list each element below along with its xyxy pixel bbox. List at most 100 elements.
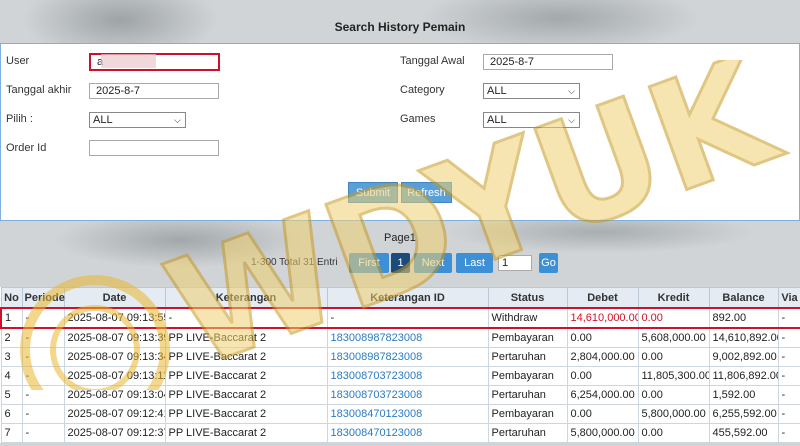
cell-keterangan: PP LIVE-Baccarat 2 [164, 423, 328, 443]
cell-debet: 14,610,000.00 [566, 307, 639, 329]
cell-kredit: 5,608,000.00 [637, 327, 710, 348]
cell-balance: 1,592.00 [708, 385, 779, 405]
category-label: Category [400, 84, 445, 96]
cell-keterangan: PP LIVE-Baccarat 2 [164, 347, 328, 367]
cell-periode: - [21, 366, 65, 386]
cell-date: 2025-08-07 09:13:11 [63, 366, 166, 386]
cell-kredit: 0.00 [637, 307, 710, 329]
cell-debet: 0.00 [566, 404, 639, 424]
redacted-username [101, 54, 156, 68]
cell-date: 2025-08-07 09:12:41 [63, 404, 166, 424]
tanggal-akhir-input[interactable]: 2025-8-7 [89, 83, 219, 99]
cell-no: 1 [0, 307, 23, 329]
goto-page-input[interactable]: 1 [498, 255, 532, 271]
cell-keterangan: PP LIVE-Baccarat 2 [164, 327, 328, 348]
cell-via: - [777, 423, 800, 443]
cell-no: 5 [0, 385, 23, 405]
cell-via: - [777, 385, 800, 405]
cell-keterangan: - [164, 307, 328, 329]
submit-button[interactable]: Submit [348, 182, 398, 203]
header-via[interactable]: Via [777, 287, 800, 309]
cell-via: - [777, 327, 800, 348]
cell-no: 2 [0, 327, 23, 348]
cell-keterangan: PP LIVE-Baccarat 2 [164, 404, 328, 424]
header-no[interactable]: No [0, 287, 23, 309]
order-id-label: Order Id [6, 142, 47, 154]
user-label: User [6, 55, 30, 67]
tanggal-akhir-label: Tanggal akhir [6, 84, 72, 96]
category-select[interactable]: ALL ⌵ [483, 83, 580, 99]
cell-via: - [777, 366, 800, 386]
header-kredit[interactable]: Kredit [637, 287, 710, 309]
cell-balance: 11,806,892.00 [708, 366, 779, 386]
pilih-value: ALL [93, 114, 113, 126]
games-select[interactable]: ALL ⌵ [483, 112, 580, 128]
pilih-select[interactable]: ALL ⌵ [89, 112, 186, 128]
first-page-button[interactable]: First [349, 253, 389, 273]
cell-date: 2025-08-07 09:13:04 [63, 385, 166, 405]
next-page-button[interactable]: Next [414, 253, 452, 273]
last-page-button[interactable]: Last [456, 253, 493, 273]
refresh-button[interactable]: Refresh [401, 182, 452, 203]
order-id-input[interactable] [89, 140, 219, 156]
cell-debet: 5,800,000.00 [566, 423, 639, 443]
cell-kredit: 0.00 [637, 347, 710, 367]
cell-via: - [777, 307, 800, 329]
cell-keterangan-id-link[interactable]: 183008703723008 [326, 366, 489, 386]
entries-count: 1-300 Total 31 Entri [251, 257, 338, 268]
header-keterangan[interactable]: Keterangan [164, 287, 328, 309]
cell-keterangan-id: - [326, 307, 489, 329]
chevron-down-icon: ⌵ [174, 115, 181, 125]
table-row: 2 - 2025-08-07 09:13:39 PP LIVE-Baccarat… [0, 327, 800, 348]
cell-keterangan-id-link[interactable]: 183008987823008 [326, 327, 489, 348]
header-balance[interactable]: Balance [708, 287, 779, 309]
cell-periode: - [21, 327, 65, 348]
cell-keterangan-id-link[interactable]: 183008470123008 [326, 404, 489, 424]
cell-periode: - [21, 385, 65, 405]
search-form: User a Tanggal Awal 2025-8-7 Tanggal akh… [0, 43, 800, 221]
header-date[interactable]: Date [63, 287, 166, 309]
table-row: 5 - 2025-08-07 09:13:04 PP LIVE-Baccarat… [0, 385, 800, 405]
cell-kredit: 0.00 [637, 423, 710, 443]
header-status[interactable]: Status [487, 287, 568, 309]
page-indicator: Page1 [384, 232, 416, 244]
tanggal-awal-input[interactable]: 2025-8-7 [483, 54, 613, 70]
cell-status: Withdraw [487, 307, 568, 329]
cell-periode: - [21, 404, 65, 424]
cell-balance: 9,002,892.00 [708, 347, 779, 367]
header-debet[interactable]: Debet [566, 287, 639, 309]
cell-via: - [777, 404, 800, 424]
cell-balance: 6,255,592.00 [708, 404, 779, 424]
current-page-button[interactable]: 1 [391, 253, 410, 273]
table-row: 4 - 2025-08-07 09:13:11 PP LIVE-Baccarat… [0, 366, 800, 386]
cell-balance: 892.00 [708, 307, 779, 329]
page-title: Search History Pemain [334, 20, 466, 34]
table-row: 1 - 2025-08-07 09:13:55 - - Withdraw 14,… [0, 307, 800, 329]
cell-no: 7 [0, 423, 23, 443]
cell-status: Pembayaran [487, 404, 568, 424]
chevron-down-icon: ⌵ [568, 115, 575, 125]
cell-date: 2025-08-07 09:13:34 [63, 347, 166, 367]
cell-debet: 2,804,000.00 [566, 347, 639, 367]
cell-balance: 14,610,892.00 [708, 327, 779, 348]
cell-no: 3 [0, 347, 23, 367]
header-periode[interactable]: Periode [21, 287, 65, 309]
cell-keterangan-id-link[interactable]: 183008470123008 [326, 423, 489, 443]
cell-status: Pertaruhan [487, 423, 568, 443]
cell-status: Pertaruhan [487, 347, 568, 367]
table-row: 6 - 2025-08-07 09:12:41 PP LIVE-Baccarat… [0, 404, 800, 424]
cell-keterangan-id-link[interactable]: 183008703723008 [326, 385, 489, 405]
cell-keterangan-id-link[interactable]: 183008987823008 [326, 347, 489, 367]
tanggal-awal-label: Tanggal Awal [400, 55, 465, 67]
cell-kredit: 11,805,300.00 [637, 366, 710, 386]
pilih-label: Pilih : [6, 113, 33, 125]
games-label: Games [400, 113, 436, 125]
table-row: 7 - 2025-08-07 09:12:37 PP LIVE-Baccarat… [0, 423, 800, 443]
games-value: ALL [487, 114, 507, 126]
cell-kredit: 0.00 [637, 385, 710, 405]
cell-balance: 455,592.00 [708, 423, 779, 443]
cell-periode: - [21, 347, 65, 367]
cell-kredit: 5,800,000.00 [637, 404, 710, 424]
header-keterangan-id[interactable]: Keterangan ID [326, 287, 489, 309]
go-button[interactable]: Go [539, 253, 558, 273]
